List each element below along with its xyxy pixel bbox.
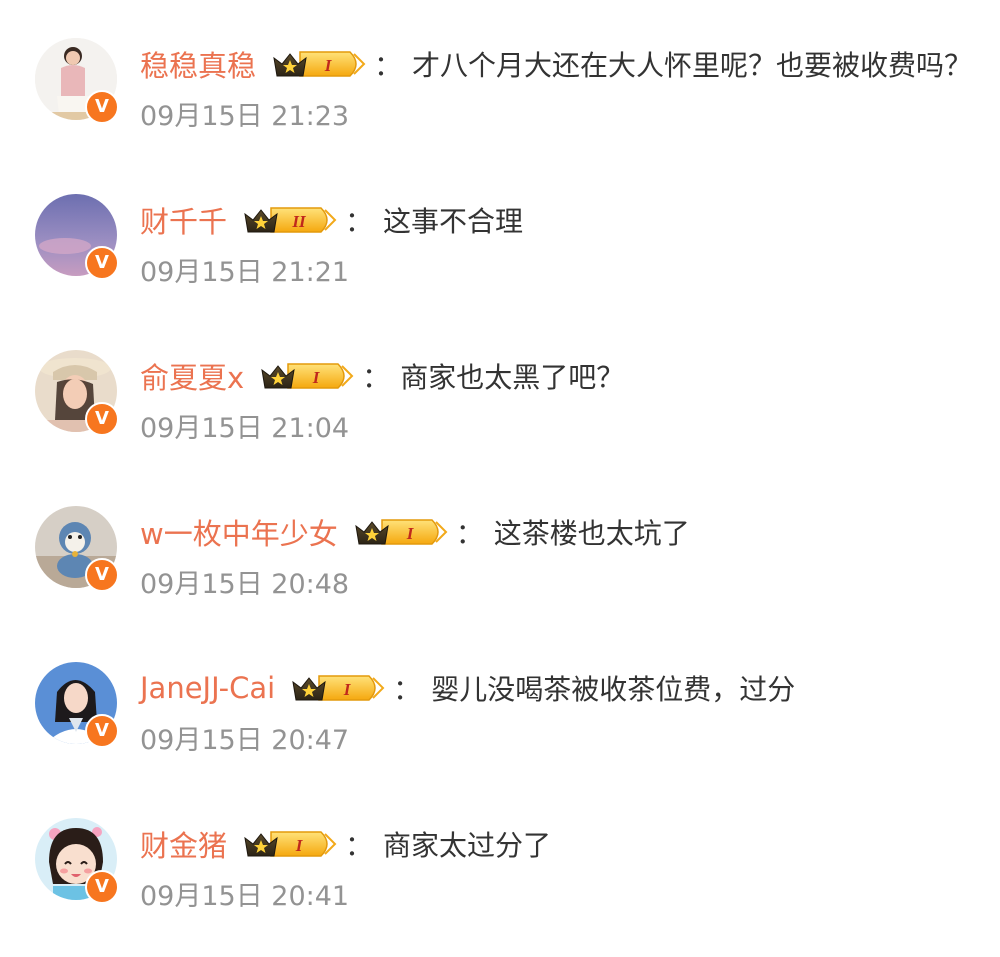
comment-text: 商家太过分了 bbox=[383, 829, 552, 862]
separator: ： bbox=[455, 517, 484, 550]
separator: ： bbox=[345, 205, 374, 238]
username-link[interactable]: JaneJJ-Cai bbox=[140, 671, 275, 705]
username-link[interactable]: w一枚中年少女 bbox=[140, 511, 338, 553]
level-crown-badge-icon[interactable]: I bbox=[241, 826, 337, 862]
avatar[interactable]: V bbox=[35, 194, 119, 280]
username-link[interactable]: 财金猪 bbox=[140, 823, 227, 865]
comment-item: V 财千千 II ： 这事不合理 09月15日 21:21 bbox=[0, 194, 1000, 314]
comment-item: V w一枚中年少女 I ： 这茶楼也太坑了 09月15日 20:48 bbox=[0, 506, 1000, 626]
comment-item: V JaneJJ-Cai I ： 婴儿没喝茶被收茶位费，过分 09月15日 20… bbox=[0, 662, 1000, 782]
comment-text: 这茶楼也太坑了 bbox=[493, 517, 690, 550]
comment-timestamp: 09月15日 21:04 bbox=[140, 413, 350, 444]
comment-text: 商家也太黑了吧？ bbox=[400, 361, 625, 394]
avatar[interactable]: V bbox=[35, 506, 119, 592]
avatar[interactable]: V bbox=[35, 662, 119, 748]
verified-v-icon: V bbox=[85, 246, 119, 280]
avatar[interactable]: V bbox=[35, 818, 119, 904]
comment-text: 才八个月大还在大人怀里呢？也要被收费吗？ bbox=[412, 49, 973, 82]
comment-timestamp: 09月15日 21:23 bbox=[140, 101, 350, 132]
level-text: II bbox=[291, 212, 307, 231]
comment-item: V 财金猪 I ： 商家太过分了 09月15日 20:41 bbox=[0, 818, 1000, 938]
separator: ： bbox=[393, 673, 422, 706]
separator: ： bbox=[345, 829, 374, 862]
separator: ： bbox=[374, 49, 403, 82]
avatar[interactable]: V bbox=[35, 350, 119, 436]
level-crown-badge-icon[interactable]: I bbox=[352, 514, 448, 550]
verified-v-icon: V bbox=[85, 90, 119, 124]
comment-text: 这事不合理 bbox=[383, 205, 524, 238]
level-crown-badge-icon[interactable]: I bbox=[289, 670, 385, 706]
verified-v-icon: V bbox=[85, 870, 119, 904]
level-crown-badge-icon[interactable]: I bbox=[270, 46, 366, 82]
verified-v-icon: V bbox=[85, 558, 119, 592]
verified-v-icon: V bbox=[85, 402, 119, 436]
username-link[interactable]: 财千千 bbox=[140, 199, 227, 241]
level-crown-badge-icon[interactable]: I bbox=[258, 358, 354, 394]
comment-item: V 稳稳真稳 I ： 才八个月大还在大人怀里呢？也要被收费吗？ 09月15日 2… bbox=[0, 38, 1000, 158]
avatar[interactable]: V bbox=[35, 38, 119, 124]
comment-text: 婴儿没喝茶被收茶位费，过分 bbox=[431, 673, 796, 706]
separator: ： bbox=[362, 361, 391, 394]
comment-timestamp: 09月15日 20:48 bbox=[140, 569, 350, 600]
verified-v-icon: V bbox=[85, 714, 119, 748]
comment-timestamp: 09月15日 21:21 bbox=[140, 257, 350, 288]
level-crown-badge-icon[interactable]: II bbox=[241, 202, 337, 238]
username-link[interactable]: 俞夏夏x bbox=[140, 355, 244, 397]
comment-timestamp: 09月15日 20:47 bbox=[140, 725, 350, 756]
username-link[interactable]: 稳稳真稳 bbox=[140, 43, 256, 85]
comment-timestamp: 09月15日 20:41 bbox=[140, 881, 350, 912]
comment-item: V 俞夏夏x I ： 商家也太黑了吧？ 09月15日 21:04 bbox=[0, 350, 1000, 470]
